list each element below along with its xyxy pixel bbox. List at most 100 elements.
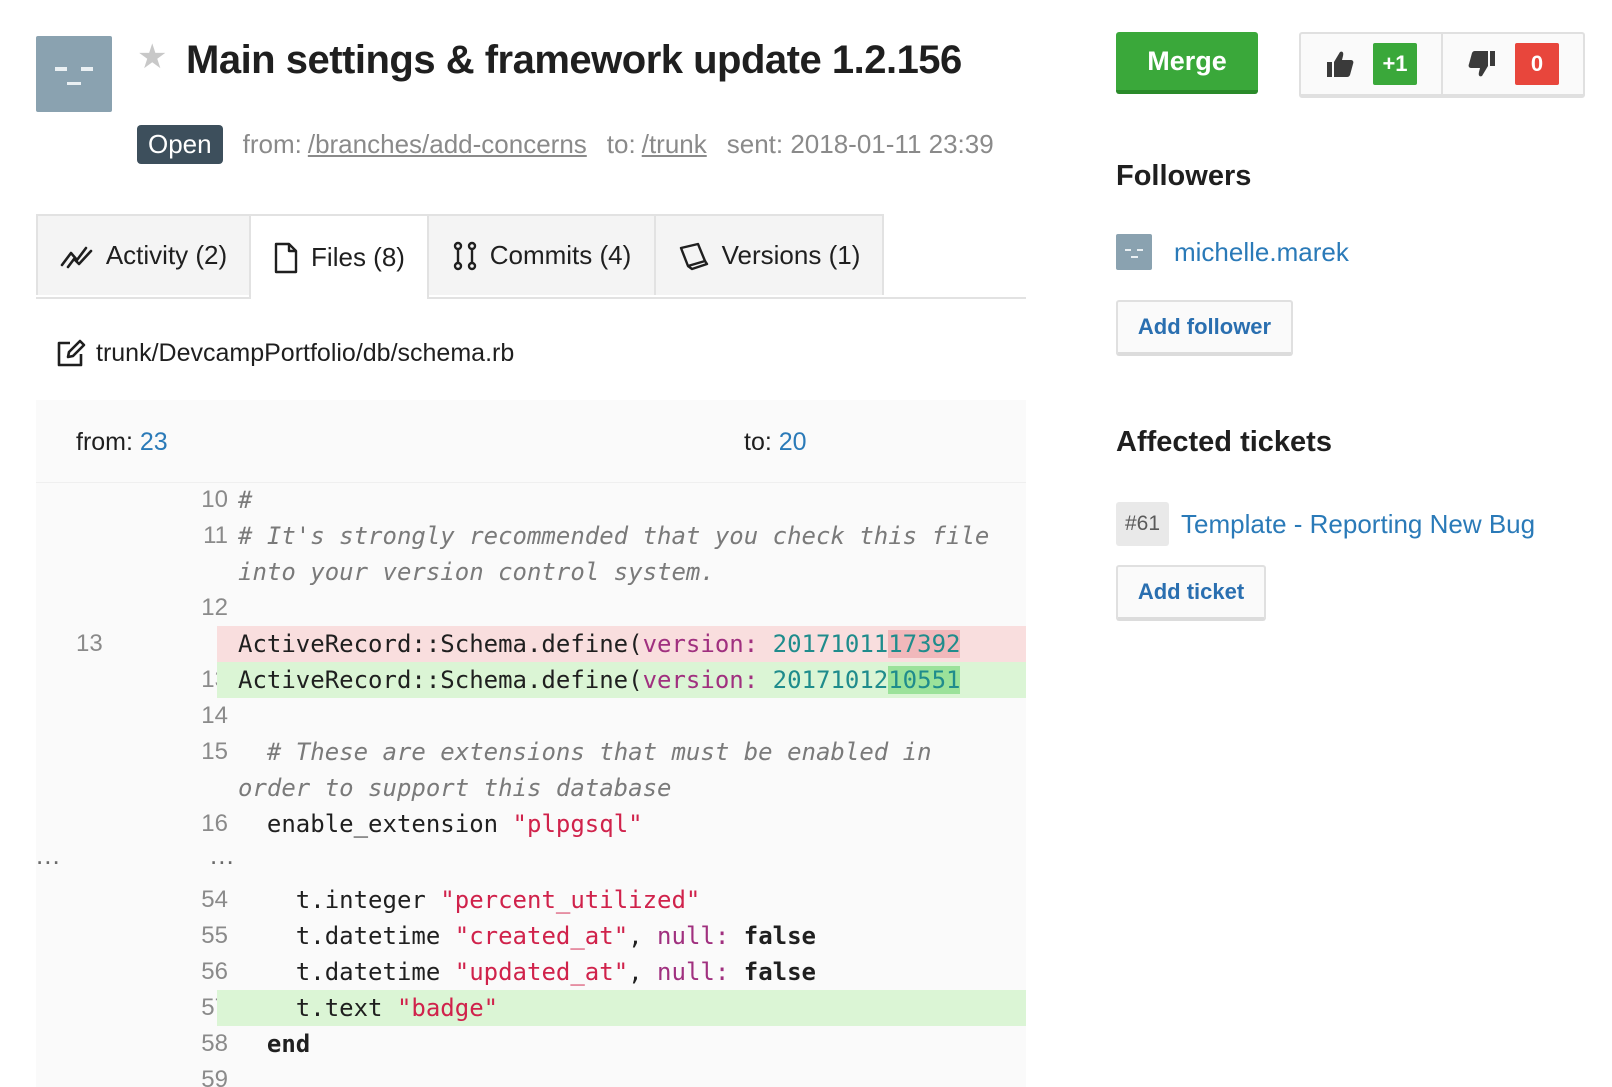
ellipsis-old[interactable]: ... <box>36 840 61 871</box>
code-number: 20171012 <box>772 666 889 694</box>
to-label: to: <box>606 128 636 159</box>
diff-line: 15 # These are extensions that must be e… <box>36 734 1026 806</box>
from-label: from: <box>242 128 302 159</box>
add-follower-button[interactable]: Add follower <box>1116 300 1293 356</box>
ticket-link[interactable]: Template - Reporting New Bug <box>1181 509 1535 540</box>
code-comment: # These are extensions that must be enab… <box>238 738 947 802</box>
code-keyword: false <box>743 922 816 950</box>
author-avatar <box>36 36 112 112</box>
new-line-number: 12 <box>201 594 228 621</box>
diff-line: 59 <box>36 1062 1026 1087</box>
thumbs-down-icon <box>1468 51 1495 77</box>
diff-header: from: 23 to: 20 <box>36 400 1026 483</box>
code-string: "created_at" <box>454 922 629 950</box>
diff-line: 10 # <box>36 482 1026 518</box>
code-string: "plpgsql" <box>512 810 643 838</box>
code-text: t.text <box>238 994 397 1022</box>
diff-to-rev[interactable]: 20 <box>779 428 807 456</box>
new-line-number: 14 <box>201 702 228 729</box>
tab-commits-label: Commits (4) <box>489 240 632 270</box>
tab-activity-label: Activity (2) <box>105 240 228 270</box>
diff-line: 55 t.datetime "created_at", null: false <box>36 918 1026 954</box>
code-string: "percent_utilized" <box>440 886 701 914</box>
tab-files-label: Files (8) <box>311 242 405 272</box>
diff-line: 12 <box>36 590 1026 626</box>
code-text: t.datetime <box>238 958 455 986</box>
ticket-number: #61 <box>1116 502 1170 546</box>
code-number-changed: 17392 <box>888 630 961 658</box>
code-symbol: version: <box>642 666 759 694</box>
followers-heading: Followers <box>1116 160 1252 192</box>
code-number: 20171011 <box>772 630 889 658</box>
star-icon[interactable]: ★ <box>137 40 167 74</box>
code-text: ActiveRecord::Schema.define( <box>238 666 643 694</box>
pr-meta: Open from: /branches/add-concerns to: /t… <box>137 124 994 164</box>
versions-icon <box>679 242 708 270</box>
upvote-button[interactable]: +1 <box>1301 34 1441 94</box>
code-string: "updated_at" <box>454 958 629 986</box>
follower-item[interactable]: michelle.marek <box>1116 234 1349 270</box>
upvote-count: +1 <box>1373 43 1417 85</box>
diff-body: 10 # 11 # It's strongly recommended that… <box>36 482 1026 1087</box>
diff-line: 54 t.integer "percent_utilized" <box>36 882 1026 918</box>
downvote-count: 0 <box>1515 43 1559 85</box>
sent-date: sent: 2018-01-11 23:39 <box>726 128 994 159</box>
file-icon <box>274 242 298 273</box>
merge-button[interactable]: Merge <box>1116 32 1258 94</box>
tab-bar: Activity (2) Files (8) Commits (4) Versi… <box>36 214 1026 299</box>
diff-line: 11 # It's strongly recommended that you … <box>36 518 1026 590</box>
follower-name[interactable]: michelle.marek <box>1174 237 1349 268</box>
code-text: t.datetime <box>238 922 455 950</box>
code-symbol: null: <box>657 958 730 986</box>
thumbs-up-icon <box>1327 51 1354 77</box>
tab-versions-label: Versions (1) <box>721 240 861 270</box>
tab-commits[interactable]: Commits (4) <box>427 214 656 295</box>
tab-activity[interactable]: Activity (2) <box>36 214 251 295</box>
diff-to-label: to: <box>744 428 772 456</box>
follower-avatar <box>1116 234 1152 270</box>
old-line-number: 13 <box>76 630 103 657</box>
vote-group: +1 0 <box>1299 32 1585 98</box>
code-text: , <box>628 922 658 950</box>
tab-versions[interactable]: Versions (1) <box>654 214 884 295</box>
tab-files[interactable]: Files (8) <box>249 214 429 299</box>
diff-line-added: 57 t.text "badge" <box>36 990 1026 1026</box>
diff-line: 14 <box>36 698 1026 734</box>
code-text: ActiveRecord::Schema.define( <box>238 630 643 658</box>
code-keyword: end <box>238 1030 311 1058</box>
new-line-number: 59 <box>201 1066 228 1087</box>
from-branch-link[interactable]: /branches/add-concerns <box>308 129 587 160</box>
ellipsis-new[interactable]: ... <box>210 840 235 871</box>
status-badge: Open <box>137 124 223 164</box>
file-path: trunk/DevcampPortfolio/db/schema.rb <box>56 338 514 368</box>
diff-line-deleted: 13 ActiveRecord::Schema.define(version: … <box>36 626 1026 662</box>
code-keyword: false <box>743 958 816 986</box>
downvote-button[interactable]: 0 <box>1441 34 1583 94</box>
edit-icon[interactable] <box>56 338 86 368</box>
diff-line: 58 end <box>36 1026 1026 1062</box>
commits-icon <box>453 241 476 270</box>
to-branch-link[interactable]: /trunk <box>642 129 707 160</box>
file-path-label: trunk/DevcampPortfolio/db/schema.rb <box>96 338 515 367</box>
diff-line: 56 t.datetime "updated_at", null: false <box>36 954 1026 990</box>
add-ticket-button[interactable]: Add ticket <box>1116 565 1266 621</box>
code-number-changed: 10551 <box>888 666 961 694</box>
activity-icon <box>60 246 93 268</box>
code-string: "badge" <box>396 994 499 1022</box>
page-title: Main settings & framework update 1.2.156 <box>186 38 962 82</box>
diff-from-rev[interactable]: 23 <box>140 428 168 456</box>
affected-tickets-heading: Affected tickets <box>1116 426 1332 458</box>
code-symbol: version: <box>642 630 759 658</box>
diff-collapsed-gap[interactable]: ... ... <box>36 840 1026 882</box>
ticket-item[interactable]: #61 Template - Reporting New Bug <box>1116 502 1535 546</box>
code-text: , <box>628 958 658 986</box>
diff-viewer: from: 23 to: 20 10 # 11 # It's strongly … <box>36 400 1026 1087</box>
code-comment: # It's strongly recommended that you che… <box>238 522 990 586</box>
diff-line: 16 enable_extension "plpgsql" <box>36 806 1026 842</box>
code-symbol: null: <box>657 922 730 950</box>
code-text: enable_extension <box>238 810 513 838</box>
code-text: t.integer <box>238 886 441 914</box>
diff-line-added: 13 ActiveRecord::Schema.define(version: … <box>36 662 1026 698</box>
code-comment: # <box>238 486 253 514</box>
diff-from-label: from: <box>76 428 133 456</box>
